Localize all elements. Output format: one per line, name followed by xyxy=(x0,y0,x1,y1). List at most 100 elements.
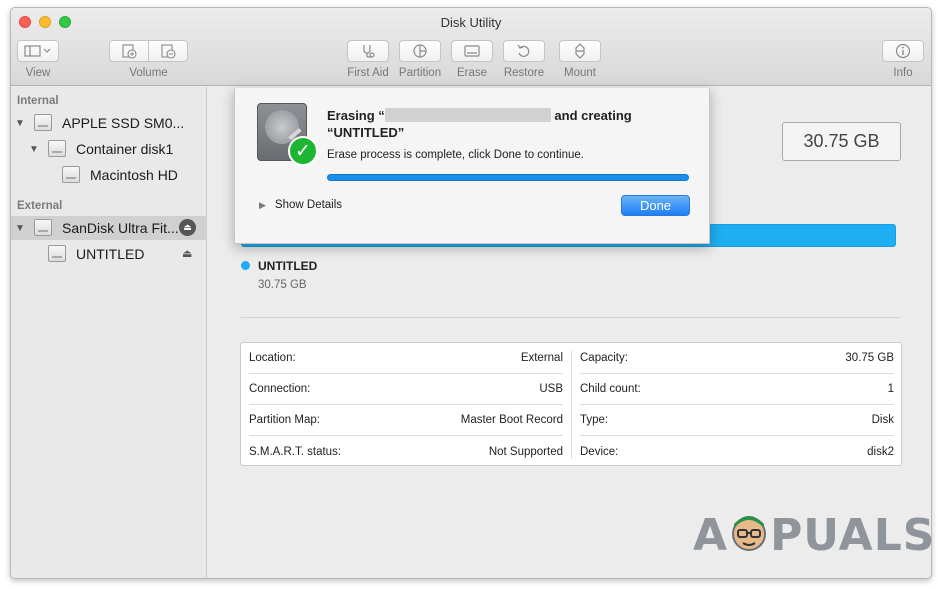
column-separator xyxy=(571,351,572,459)
info-column-right: Capacity: 30.75 GB Child count: 1 Type: … xyxy=(580,343,894,467)
partition-button[interactable] xyxy=(399,40,441,62)
info-value: External xyxy=(520,352,563,364)
erase-button[interactable] xyxy=(451,40,493,62)
add-volume-icon xyxy=(122,44,137,59)
dialog-message: Erase process is complete, click Done to… xyxy=(327,149,584,161)
erase-label: Erase xyxy=(456,67,488,79)
dialog-title-line2: “UNTITLED” xyxy=(327,125,405,140)
info-row-connection: Connection: USB xyxy=(249,374,563,405)
erase-dialog-sheet: ✓ Erasing “ and creating “UNTITLED” Eras… xyxy=(234,88,710,244)
sidebar: Internal ▼ APPLE SSD SM0... ▼ Container … xyxy=(11,87,207,578)
info-label: S.M.A.R.T. status: xyxy=(249,445,342,458)
info-row-type: Type: Disk xyxy=(580,405,894,436)
info-value: Disk xyxy=(871,414,894,426)
stethoscope-icon xyxy=(363,45,375,58)
remove-volume-icon xyxy=(161,44,176,59)
appuals-watermark-logo: A PUALS xyxy=(693,510,935,561)
view-button[interactable] xyxy=(17,40,59,62)
disclosure-triangle-icon: ▶ xyxy=(259,199,266,210)
info-label: Partition Map: xyxy=(249,414,320,426)
mascot-face-icon xyxy=(732,516,767,551)
info-label: Child count: xyxy=(580,383,641,395)
volume-label: Volume xyxy=(129,67,168,79)
view-label: View xyxy=(25,67,51,79)
partition-pie-icon xyxy=(413,44,427,58)
external-disk-icon xyxy=(34,219,52,236)
restore-label: Restore xyxy=(503,67,545,79)
first-aid-button[interactable] xyxy=(347,40,389,62)
sidebar-item-sandisk[interactable]: ▼ SanDisk Ultra Fit... ⏏ xyxy=(11,216,207,240)
info-label: Type: xyxy=(580,414,609,426)
watermark-letter: A xyxy=(693,510,729,561)
sidebar-item-apple-ssd[interactable]: ▼ APPLE SSD SM0... xyxy=(11,111,207,135)
disclosure-triangle-icon[interactable]: ▼ xyxy=(15,223,25,234)
redacted-name xyxy=(384,108,551,122)
first-aid-label: First Aid xyxy=(347,67,389,79)
sidebar-item-container-disk1[interactable]: ▼ Container disk1 xyxy=(11,137,207,161)
restore-arrow-icon xyxy=(517,44,530,57)
erase-disk-icon xyxy=(464,45,480,57)
info-value: USB xyxy=(539,383,563,395)
checkmark-icon: ✓ xyxy=(288,136,318,166)
info-row-child-count: Child count: 1 xyxy=(580,374,894,405)
info-row-capacity: Capacity: 30.75 GB xyxy=(580,343,894,374)
dialog-title-suffix: and creating xyxy=(550,108,632,123)
restore-button[interactable] xyxy=(503,40,545,62)
info-row-device: Device: disk2 xyxy=(580,436,894,467)
info-label: Capacity: xyxy=(580,352,628,364)
container-disk-icon xyxy=(48,140,66,157)
sidebar-item-label: Macintosh HD xyxy=(90,167,178,183)
window-title: Disk Utility xyxy=(440,15,502,30)
titlebar: Disk Utility View Volume First Aid Parti… xyxy=(11,8,931,86)
sidebar-item-label: SanDisk Ultra Fit... xyxy=(62,220,179,236)
sidebar-item-untitled[interactable]: UNTITLED ⏏ xyxy=(11,242,207,266)
show-details-toggle[interactable]: ▶ Show Details xyxy=(259,199,342,211)
disk-utility-window: Disk Utility View Volume First Aid Parti… xyxy=(10,7,932,579)
sidebar-view-icon xyxy=(24,45,51,57)
remove-volume-button[interactable] xyxy=(148,40,188,62)
sidebar-section-external: External xyxy=(17,200,63,212)
watermark-text: PUALS xyxy=(770,510,936,561)
show-details-label: Show Details xyxy=(274,199,343,211)
mount-icon xyxy=(575,43,585,59)
disclosure-triangle-icon[interactable]: ▼ xyxy=(15,118,25,129)
volume-name: UNTITLED xyxy=(258,259,318,273)
done-button[interactable]: Done xyxy=(621,195,690,216)
internal-disk-icon xyxy=(34,114,52,131)
info-value: Not Supported xyxy=(488,445,563,458)
info-column-left: Location: External Connection: USB Parti… xyxy=(249,343,563,467)
partition-label: Partition xyxy=(398,67,442,79)
info-row-partition-map: Partition Map: Master Boot Record xyxy=(249,405,563,436)
info-label: Location: xyxy=(249,352,296,364)
info-label: Device: xyxy=(580,445,619,458)
info-row-smart-status: S.M.A.R.T. status: Not Supported xyxy=(249,436,563,467)
sidebar-section-internal: Internal xyxy=(17,95,59,107)
add-volume-button[interactable] xyxy=(109,40,149,62)
info-row-location: Location: External xyxy=(249,343,563,374)
info-label: Connection: xyxy=(249,383,311,395)
erase-progress-bar xyxy=(327,174,689,181)
volume-color-dot xyxy=(241,261,250,270)
volume-disk-icon xyxy=(62,166,80,183)
section-divider xyxy=(241,317,901,318)
dialog-title-prefix: Erasing “ xyxy=(327,108,385,123)
info-icon xyxy=(895,43,911,59)
dialog-title: Erasing “ and creating “UNTITLED” xyxy=(327,107,697,141)
info-value: Master Boot Record xyxy=(460,414,563,426)
info-value: 1 xyxy=(887,383,894,395)
mount-button[interactable] xyxy=(559,40,601,62)
volume-disk-icon xyxy=(48,245,66,262)
sidebar-item-label: Container disk1 xyxy=(76,141,174,157)
info-value: disk2 xyxy=(867,445,894,458)
disk-info-table: Location: External Connection: USB Parti… xyxy=(240,342,902,466)
info-button[interactable] xyxy=(882,40,924,62)
sidebar-item-label: UNTITLED xyxy=(76,246,145,262)
eject-icon[interactable]: ⏏ xyxy=(179,219,196,236)
eject-icon[interactable]: ⏏ xyxy=(182,247,192,260)
sidebar-item-label: APPLE SSD SM0... xyxy=(62,115,185,131)
volume-size: 30.75 GB xyxy=(258,279,307,291)
info-label: Info xyxy=(893,67,913,79)
sidebar-item-macintosh-hd[interactable]: Macintosh HD xyxy=(11,163,207,187)
mount-label: Mount xyxy=(564,67,596,79)
disclosure-triangle-icon[interactable]: ▼ xyxy=(29,144,39,155)
